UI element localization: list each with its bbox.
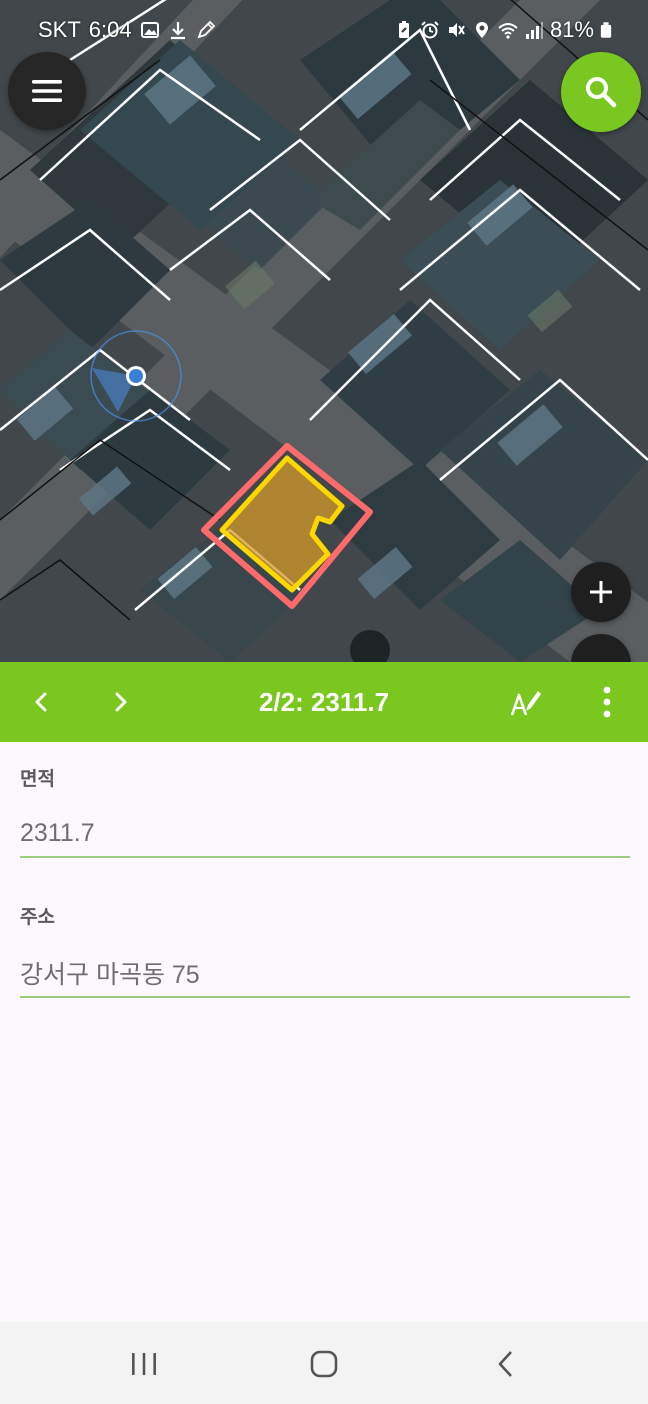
home-icon xyxy=(310,1350,338,1378)
clock: 6:04 xyxy=(88,17,132,42)
gallery-icon xyxy=(140,22,159,38)
location-icon xyxy=(475,22,488,38)
wifi-icon xyxy=(498,23,518,39)
zoom-in-button[interactable] xyxy=(571,562,631,622)
signal-icon xyxy=(525,22,543,39)
area-label: 면적 xyxy=(20,769,55,790)
recent-apps-button[interactable] xyxy=(114,1336,174,1392)
chevron-left-icon xyxy=(35,692,47,712)
recent-apps-icon xyxy=(132,1353,156,1375)
satellite-map[interactable] xyxy=(0,0,648,662)
address-field[interactable] xyxy=(20,950,630,998)
attribute-form: 면적 주소 xyxy=(0,742,648,1322)
home-button[interactable] xyxy=(294,1336,354,1392)
back-button[interactable] xyxy=(476,1336,536,1392)
more-vert-icon xyxy=(603,686,611,718)
hamburger-icon xyxy=(32,80,62,102)
carrier-label: SKT xyxy=(38,17,81,42)
text-edit-icon xyxy=(510,691,541,716)
feature-title: 2/2: 2311.7 xyxy=(258,687,390,717)
edit-attributes-button[interactable] xyxy=(500,662,550,742)
battery-icon xyxy=(600,22,612,38)
address-label: 주소 xyxy=(20,907,55,928)
feature-toolbar: 2/2: 2311.7 xyxy=(0,662,648,742)
mute-icon xyxy=(448,23,465,37)
next-feature-button[interactable] xyxy=(98,662,144,742)
battery-saver-icon xyxy=(398,21,409,38)
menu-button[interactable] xyxy=(8,52,86,130)
system-navigation-bar xyxy=(0,1322,648,1404)
download-icon xyxy=(170,22,185,40)
area-field[interactable] xyxy=(20,810,630,858)
battery-percent: 81% xyxy=(549,17,594,42)
back-icon xyxy=(498,1351,512,1377)
pen-icon xyxy=(197,20,215,39)
search-button[interactable] xyxy=(561,52,641,132)
status-bar: SKT 6:04 81% xyxy=(0,0,648,60)
alarm-icon xyxy=(421,21,439,39)
previous-feature-button[interactable] xyxy=(18,662,64,742)
more-options-button[interactable] xyxy=(586,662,628,742)
chevron-right-icon xyxy=(115,692,127,712)
plus-icon xyxy=(590,581,612,603)
map-view[interactable] xyxy=(0,0,648,662)
search-icon xyxy=(586,77,617,108)
